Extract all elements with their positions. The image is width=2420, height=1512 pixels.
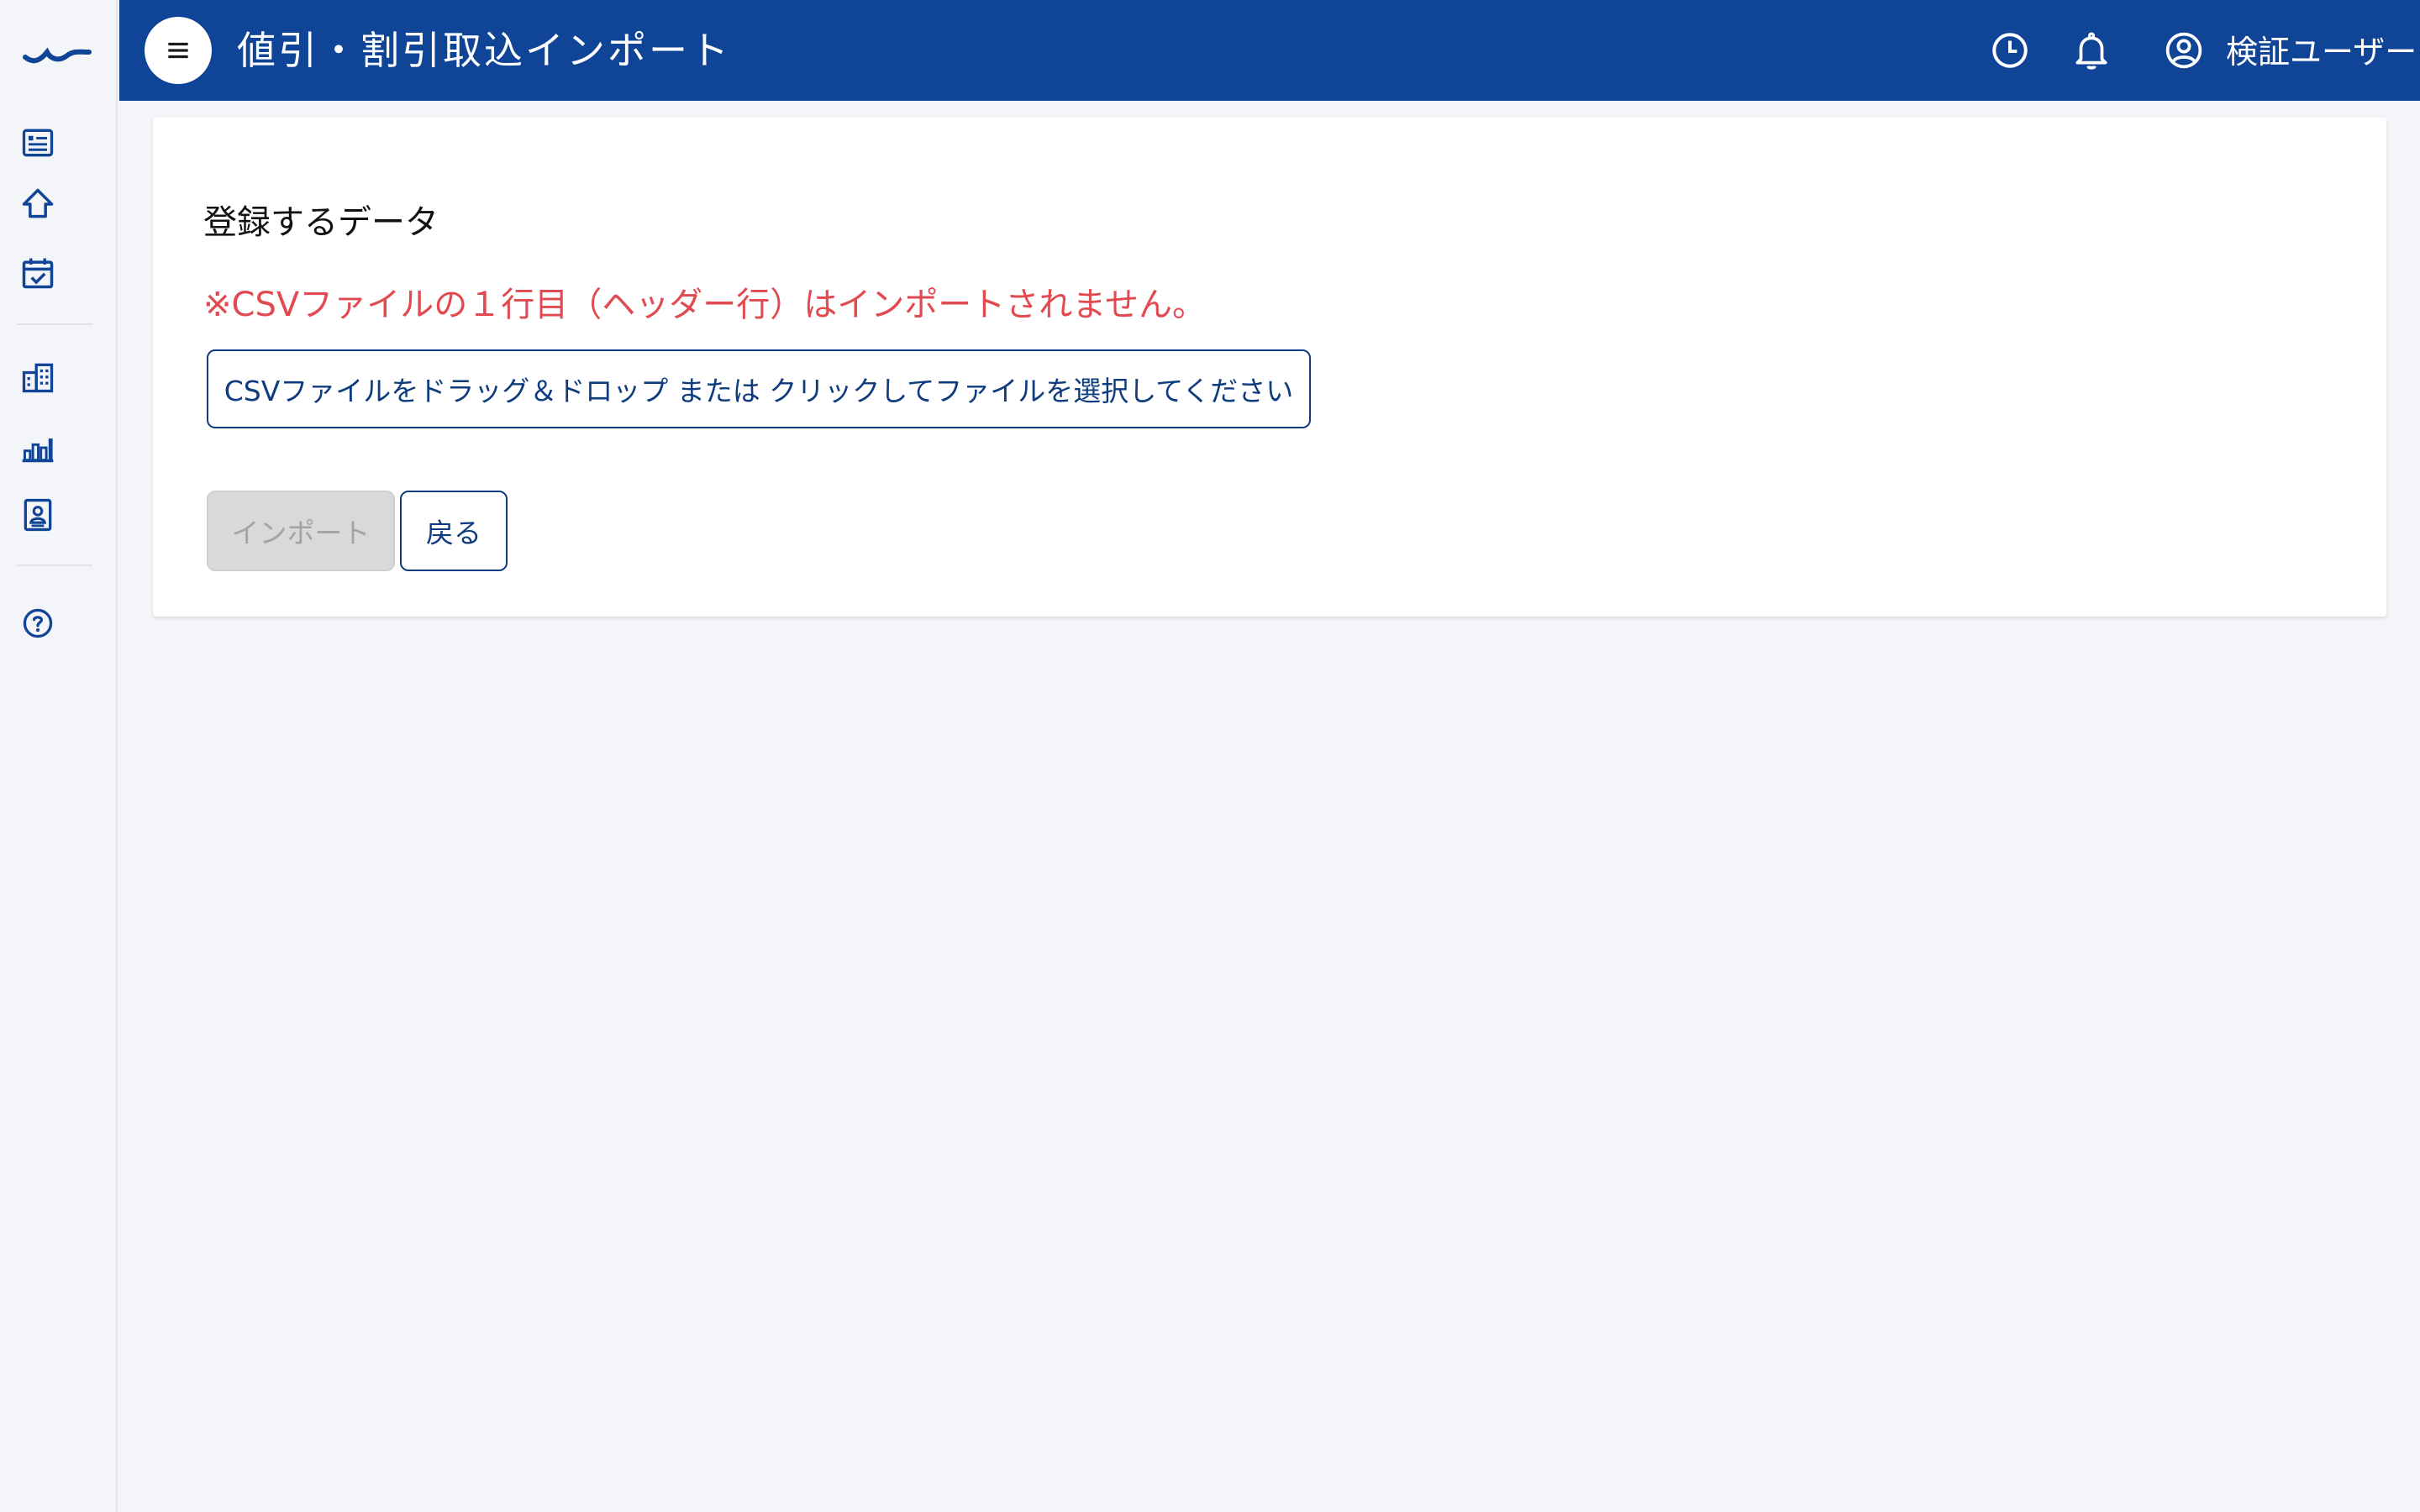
page-title: 値引・割引取込インポート: [237, 28, 731, 73]
sidebar-item-building[interactable]: [17, 356, 59, 398]
sidebar-item-calendar[interactable]: [17, 252, 59, 294]
sidebar-divider: [17, 564, 92, 566]
user-circle-icon: [2165, 32, 2202, 69]
back-button[interactable]: 戻る: [400, 491, 508, 571]
sidebar-divider: [17, 323, 92, 325]
back-button-label: 戻る: [426, 517, 481, 549]
wave-logo-icon: [23, 47, 92, 64]
id-card-icon: [24, 498, 52, 532]
clock-icon: [1992, 33, 2028, 68]
bell-icon: [2075, 32, 2107, 70]
sidebar: [0, 0, 118, 1512]
user-menu-button[interactable]: [2159, 25, 2209, 76]
bar-chart-icon: [22, 438, 54, 463]
dropzone-label: CSVファイルをドラッグ＆ドロップ または クリックしてファイルを選択してくださ…: [224, 375, 1294, 407]
sidebar-item-list[interactable]: [17, 122, 59, 164]
list-document-icon: [22, 129, 54, 157]
section-title: 登録するデータ: [203, 203, 439, 242]
import-card: 登録するデータ ※CSVファイルの１行目（ヘッダー行）はインポートされません。 …: [153, 118, 2386, 617]
help-circle-icon: [23, 608, 53, 638]
sidebar-item-home[interactable]: [17, 183, 59, 225]
top-header: 値引・割引取込インポート 検証ユーザー: [119, 0, 2420, 101]
history-button[interactable]: [1985, 25, 2035, 76]
import-button-label: インポート: [231, 517, 371, 549]
sidebar-item-chart[interactable]: [17, 427, 59, 469]
sidebar-item-help[interactable]: [17, 602, 59, 644]
csv-dropzone[interactable]: CSVファイルをドラッグ＆ドロップ または クリックしてファイルを選択してくださ…: [207, 349, 1311, 428]
import-button[interactable]: インポート: [207, 491, 395, 571]
header-row-warning: ※CSVファイルの１行目（ヘッダー行）はインポートされません。: [203, 286, 1206, 324]
calendar-check-icon: [22, 258, 54, 289]
building-icon: [22, 363, 54, 393]
notification-button[interactable]: [2066, 25, 2117, 76]
hamburger-menu-icon: [168, 42, 188, 59]
sidebar-item-contact[interactable]: [17, 494, 59, 536]
home-icon: [22, 188, 54, 218]
user-name[interactable]: 検証ユーザー: [2226, 0, 2417, 101]
menu-button[interactable]: [145, 17, 212, 84]
app-logo[interactable]: [22, 34, 94, 67]
